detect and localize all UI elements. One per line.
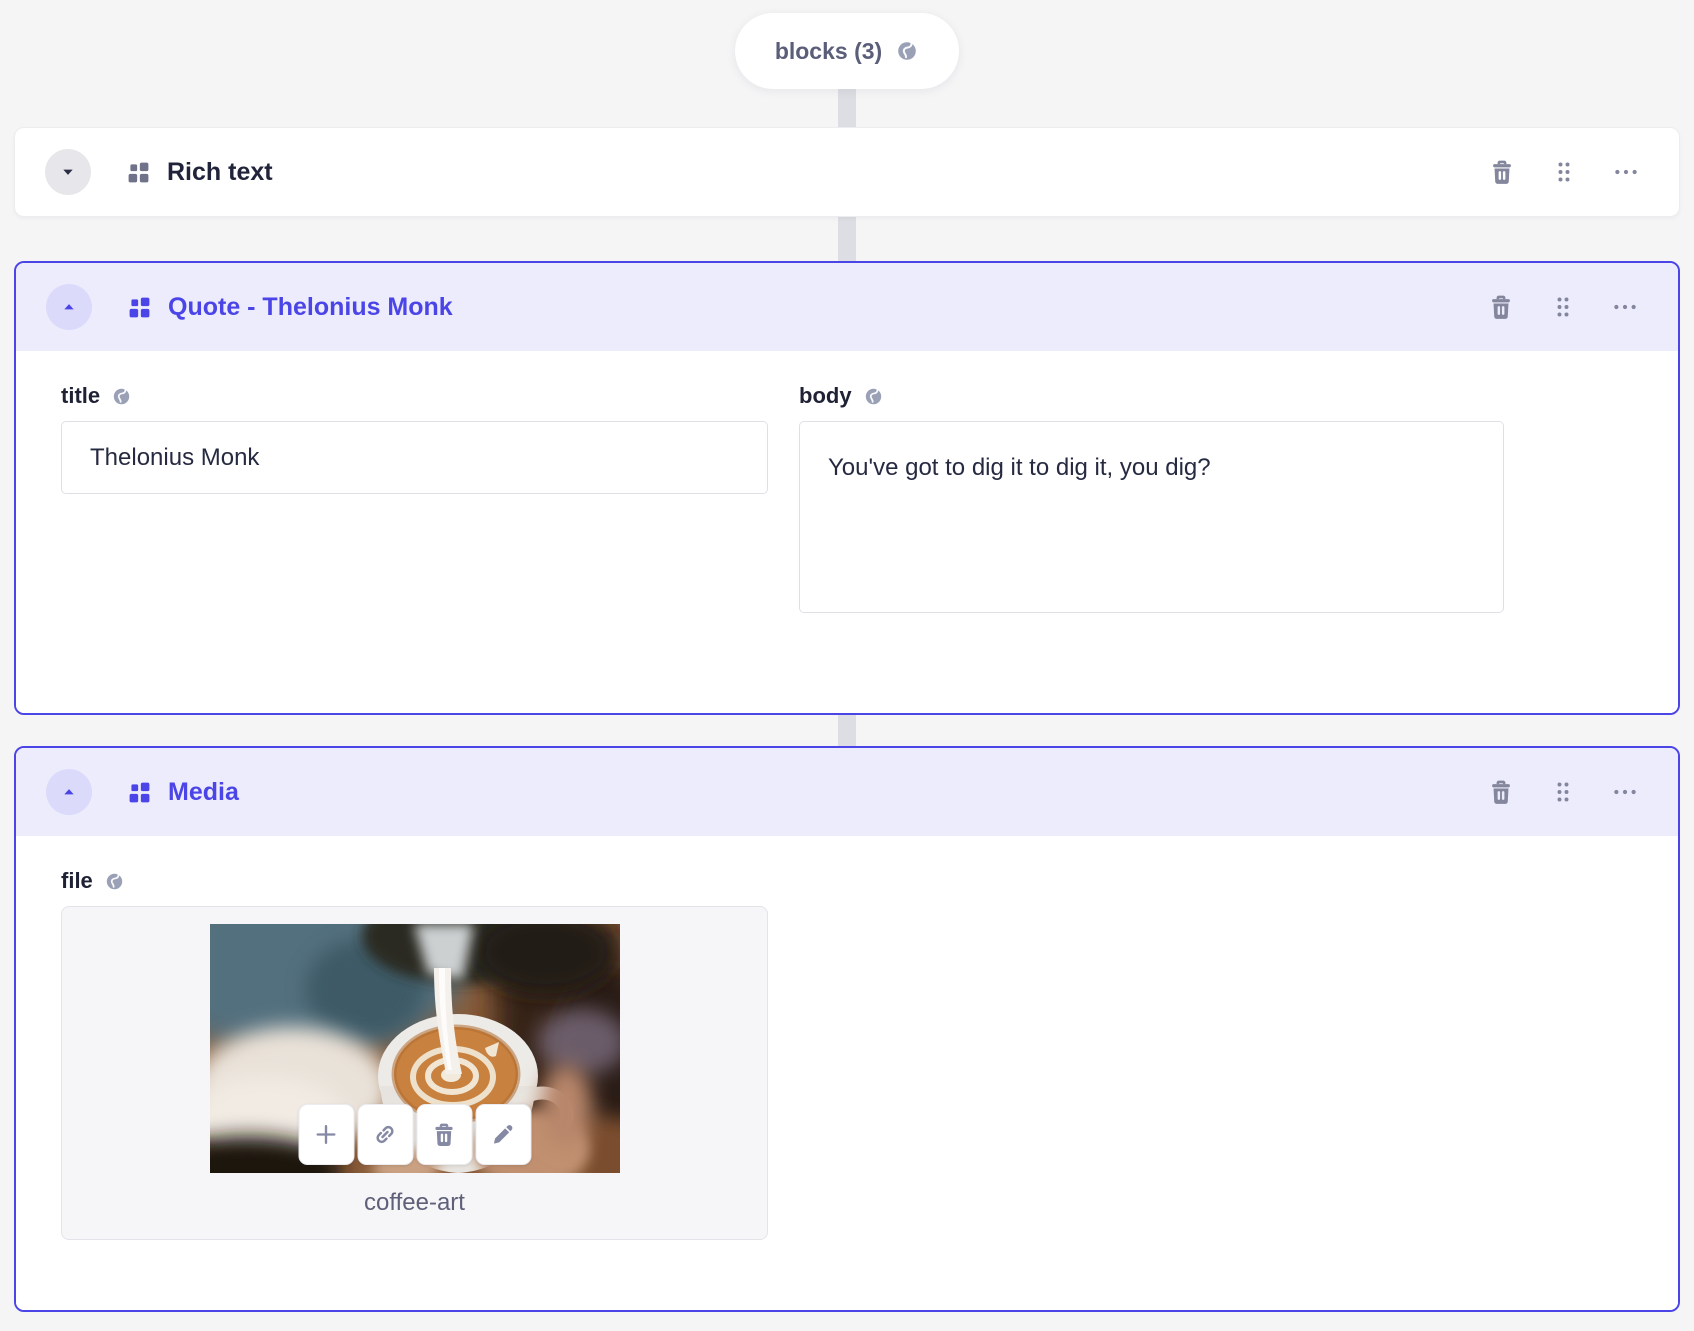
block-title: Rich text xyxy=(167,157,273,186)
block-type-icon xyxy=(126,779,153,806)
remove-block-button[interactable] xyxy=(1484,290,1518,324)
upload-card: coffee-art xyxy=(61,906,768,1240)
remove-file-button[interactable] xyxy=(416,1104,472,1165)
trash-icon xyxy=(1487,293,1515,321)
field-body: body You've got to dig it to dig it, you… xyxy=(799,383,1504,618)
block-title: Media xyxy=(168,777,239,806)
remove-block-button[interactable] xyxy=(1484,775,1518,809)
plus-icon xyxy=(313,1121,340,1148)
field-label-row: body xyxy=(799,383,1504,409)
field-label: title xyxy=(61,383,101,408)
blocks-count-pill: blocks (3) xyxy=(734,13,960,89)
globe-icon xyxy=(895,39,919,63)
drag-dots-icon xyxy=(1550,158,1578,186)
drag-handle[interactable] xyxy=(1546,775,1580,809)
block-media: Media file coffee-art xyxy=(14,746,1680,1312)
field-file: file coffee-art xyxy=(61,868,1678,1240)
pen-icon xyxy=(490,1121,517,1148)
field-label-row: file xyxy=(61,868,1678,894)
block-actions xyxy=(1484,290,1642,324)
field-title: title xyxy=(61,383,768,618)
block-title: Quote - Thelonius Monk xyxy=(168,292,453,321)
file-name: coffee-art xyxy=(364,1189,465,1216)
block-rich-text: Rich text xyxy=(14,127,1680,217)
field-label: body xyxy=(799,383,852,408)
chevron-down-icon xyxy=(58,162,78,182)
collapse-toggle-button[interactable] xyxy=(46,769,92,815)
title-input[interactable] xyxy=(61,421,768,494)
link-icon xyxy=(372,1121,399,1148)
block-header: Media xyxy=(16,748,1678,836)
drag-handle[interactable] xyxy=(1547,155,1581,189)
chevron-up-icon xyxy=(59,782,79,802)
trash-icon xyxy=(1488,158,1516,186)
ellipsis-icon xyxy=(1612,158,1640,186)
upload-actions xyxy=(298,1104,531,1165)
more-options-button[interactable] xyxy=(1608,775,1642,809)
field-label: file xyxy=(61,868,93,893)
field-label-row: title xyxy=(61,383,768,409)
block-actions xyxy=(1484,775,1642,809)
add-file-button[interactable] xyxy=(298,1104,354,1165)
block-header: Rich text xyxy=(15,128,1679,216)
edit-file-button[interactable] xyxy=(475,1104,531,1165)
link-file-button[interactable] xyxy=(357,1104,413,1165)
chevron-up-icon xyxy=(59,297,79,317)
upload-thumbnail xyxy=(209,924,620,1173)
drag-dots-icon xyxy=(1549,293,1577,321)
block-content: title body You've got to dig it to dig i… xyxy=(16,351,1678,713)
block-header: Quote - Thelonius Monk xyxy=(16,263,1678,351)
collapse-toggle-button[interactable] xyxy=(45,149,91,195)
block-quote: Quote - Thelonius Monk title Thelonius M… xyxy=(14,261,1680,715)
block-actions xyxy=(1485,155,1643,189)
globe-icon xyxy=(104,871,125,892)
drag-handle[interactable] xyxy=(1546,290,1580,324)
more-options-button[interactable] xyxy=(1608,290,1642,324)
globe-icon xyxy=(863,386,884,407)
body-textarea[interactable]: You've got to dig it to dig it, you dig? xyxy=(799,421,1504,613)
globe-icon xyxy=(111,386,132,407)
blocks-list: Rich text Quote - Thelonius Monk title T… xyxy=(14,127,1680,1312)
block-type-icon xyxy=(125,159,152,186)
drag-dots-icon xyxy=(1549,778,1577,806)
ellipsis-icon xyxy=(1611,778,1639,806)
trash-icon xyxy=(431,1121,458,1148)
block-content: file coffee-art xyxy=(16,836,1678,1310)
more-options-button[interactable] xyxy=(1609,155,1643,189)
blocks-count-label: blocks (3) xyxy=(774,37,883,64)
block-type-icon xyxy=(126,294,153,321)
collapse-toggle-button[interactable] xyxy=(46,284,92,330)
ellipsis-icon xyxy=(1611,293,1639,321)
remove-block-button[interactable] xyxy=(1485,155,1519,189)
trash-icon xyxy=(1487,778,1515,806)
